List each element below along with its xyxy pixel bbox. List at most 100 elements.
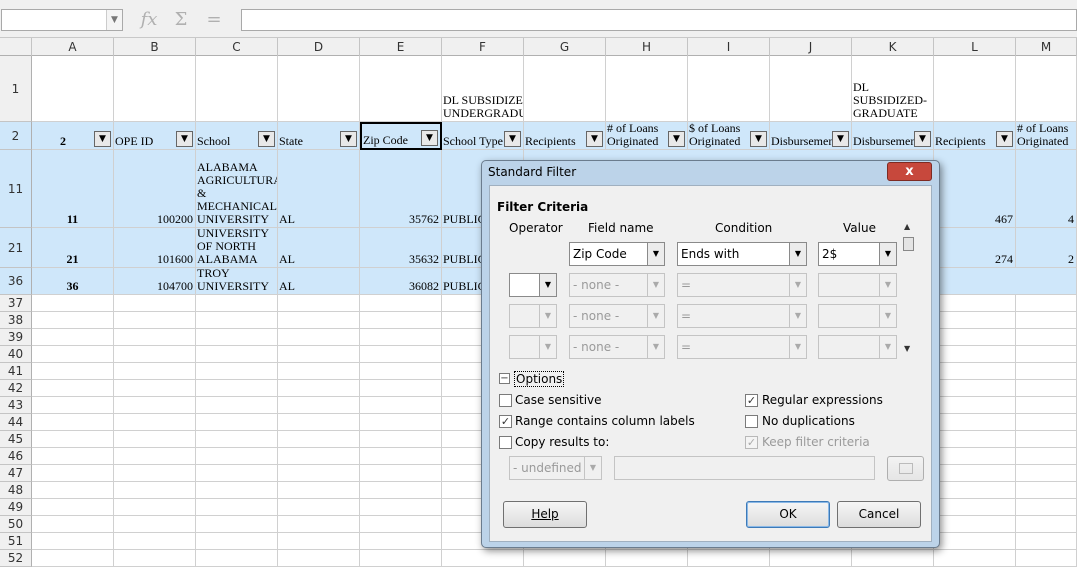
cell[interactable] [1016, 363, 1077, 380]
cell[interactable] [114, 499, 196, 516]
formula-input[interactable] [241, 9, 1077, 31]
row-header[interactable]: 44 [0, 414, 32, 431]
row-header[interactable]: 1 [0, 56, 32, 122]
cell[interactable] [196, 56, 278, 122]
cell[interactable] [770, 550, 852, 567]
cell[interactable] [360, 448, 442, 465]
cell[interactable] [32, 329, 114, 346]
cell[interactable] [32, 397, 114, 414]
cell[interactable] [196, 550, 278, 567]
cell-c36[interactable]: TROY UNIVERSITY [196, 268, 278, 295]
cancel-button[interactable]: Cancel [837, 501, 921, 528]
cell[interactable] [196, 465, 278, 482]
cell[interactable] [360, 550, 442, 567]
cell[interactable] [360, 329, 442, 346]
cell[interactable] [360, 56, 442, 122]
cell[interactable] [196, 431, 278, 448]
cell[interactable] [32, 431, 114, 448]
cell[interactable] [278, 465, 360, 482]
value-input-4[interactable]: ▼ [818, 335, 897, 359]
row-header[interactable]: 47 [0, 465, 32, 482]
cell[interactable] [278, 448, 360, 465]
row-header[interactable]: 48 [0, 482, 32, 499]
cell-m21[interactable]: 2 [1016, 228, 1077, 268]
options-toggle[interactable]: Options [514, 371, 565, 387]
cell[interactable] [114, 550, 196, 567]
cell[interactable] [1016, 380, 1077, 397]
no-duplications-checkbox[interactable] [745, 415, 758, 428]
column-header-c[interactable]: C [196, 38, 278, 56]
cell-c11[interactable]: ALABAMA AGRICULTURAL & MECHANICAL UNIVER… [196, 150, 278, 228]
cell[interactable] [360, 516, 442, 533]
cell[interactable] [278, 329, 360, 346]
shrink-button[interactable] [887, 456, 924, 481]
cell[interactable] [852, 550, 934, 567]
row-header[interactable]: 49 [0, 499, 32, 516]
cell-d11[interactable]: AL [278, 150, 360, 228]
cell-f2[interactable]: School Type ▼ [442, 122, 524, 150]
cell[interactable] [114, 431, 196, 448]
cell[interactable] [196, 533, 278, 550]
cell[interactable] [360, 380, 442, 397]
cell[interactable] [1016, 431, 1077, 448]
cell[interactable] [278, 550, 360, 567]
cell-b11[interactable]: 100200 [114, 150, 196, 228]
cell[interactable] [1016, 465, 1077, 482]
ok-button[interactable]: OK [746, 501, 830, 528]
scroll-thumb[interactable] [903, 237, 914, 251]
cell[interactable] [114, 56, 196, 122]
condition-select-4[interactable]: = ▼ [677, 335, 807, 359]
cell[interactable] [1016, 397, 1077, 414]
condition-select-1[interactable]: Ends with ▼ [677, 242, 807, 266]
cell[interactable] [688, 56, 770, 122]
cell[interactable] [278, 397, 360, 414]
cell[interactable] [114, 533, 196, 550]
operator-select-4[interactable]: ▼ [509, 335, 557, 359]
cell-d2[interactable]: State ▼ [278, 122, 360, 150]
autofilter-button[interactable]: ▼ [504, 131, 521, 147]
cell[interactable] [278, 312, 360, 329]
cell[interactable] [524, 56, 606, 122]
cell[interactable] [278, 346, 360, 363]
cell[interactable] [360, 295, 442, 312]
row-header[interactable]: 37 [0, 295, 32, 312]
cell[interactable] [1016, 295, 1077, 312]
cell[interactable] [32, 56, 114, 122]
regex-checkbox[interactable]: ✓ [745, 394, 758, 407]
cell[interactable] [934, 380, 1016, 397]
autofilter-button[interactable]: ▼ [832, 131, 849, 147]
column-header-g[interactable]: G [524, 38, 606, 56]
column-header-d[interactable]: D [278, 38, 360, 56]
cell[interactable] [278, 431, 360, 448]
field-name-select-2[interactable]: - none - ▼ [569, 273, 665, 297]
cell[interactable] [32, 550, 114, 567]
autofilter-button[interactable]: ▼ [996, 131, 1013, 147]
autofilter-button[interactable]: ▼ [586, 131, 603, 147]
cell[interactable] [934, 56, 1016, 122]
row-header[interactable]: 21 [0, 228, 32, 268]
cell[interactable] [32, 533, 114, 550]
cell-b36[interactable]: 104700 [114, 268, 196, 295]
sum-icon[interactable]: Σ [168, 9, 194, 31]
column-header-m[interactable]: M [1016, 38, 1077, 56]
cell[interactable] [360, 346, 442, 363]
field-name-select-3[interactable]: - none - ▼ [569, 304, 665, 328]
cell[interactable] [278, 516, 360, 533]
cell[interactable] [1016, 499, 1077, 516]
row-header[interactable]: 43 [0, 397, 32, 414]
cell-m2[interactable]: # of Loans Originated [1016, 122, 1077, 150]
condition-select-3[interactable]: = ▼ [677, 304, 807, 328]
cell-k1[interactable]: DL SUBSIDIZED-GRADUATE [852, 56, 934, 122]
cell[interactable] [196, 363, 278, 380]
cell[interactable] [32, 516, 114, 533]
row-header[interactable]: 45 [0, 431, 32, 448]
cell[interactable] [196, 482, 278, 499]
cell[interactable] [934, 397, 1016, 414]
cell[interactable] [360, 499, 442, 516]
operator-select-2[interactable]: ▼ [509, 273, 557, 297]
cell[interactable] [934, 482, 1016, 499]
cell[interactable] [1016, 516, 1077, 533]
cell[interactable] [32, 414, 114, 431]
cell[interactable] [278, 295, 360, 312]
row-header[interactable]: 39 [0, 329, 32, 346]
